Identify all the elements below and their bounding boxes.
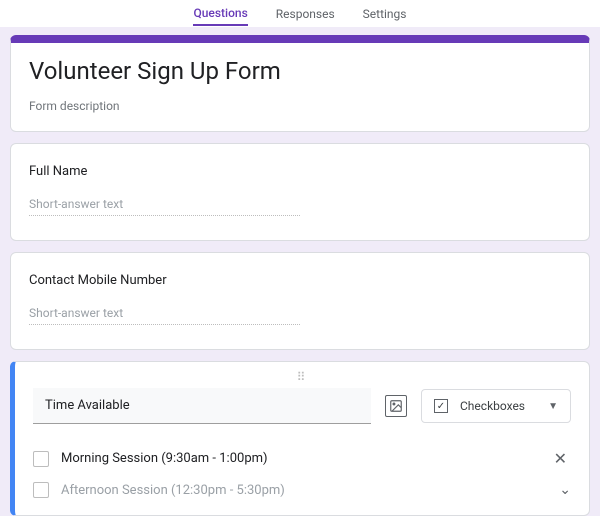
option-label[interactable]: Morning Session (9:30am - 1:00pm) xyxy=(61,451,538,466)
question-card-time-available[interactable]: ⠿ ✓ Checkboxes ▼ Morning Session (9:30am… xyxy=(10,361,590,516)
question-type-label: Checkboxes xyxy=(460,399,525,413)
options-list: Morning Session (9:30am - 1:00pm) ✕ Afte… xyxy=(33,442,571,505)
question-label: Contact Mobile Number xyxy=(29,273,571,288)
top-tabbar: Questions Responses Settings xyxy=(0,0,600,27)
drag-handle-icon[interactable]: ⠿ xyxy=(33,370,571,384)
tab-settings[interactable]: Settings xyxy=(363,3,407,25)
image-icon xyxy=(389,399,403,413)
checkbox-icon xyxy=(33,451,49,467)
chevron-down-icon: ▼ xyxy=(548,401,558,412)
remove-option-button[interactable]: ✕ xyxy=(550,449,571,468)
form-canvas: Volunteer Sign Up Form Form description … xyxy=(0,27,600,516)
chevron-down-icon[interactable]: ⌄ xyxy=(559,482,571,498)
tab-responses[interactable]: Responses xyxy=(276,3,335,25)
add-image-button[interactable] xyxy=(385,395,407,417)
question-title-input[interactable] xyxy=(33,388,371,424)
title-card[interactable]: Volunteer Sign Up Form Form description xyxy=(10,35,590,132)
question-card-contact[interactable]: Contact Mobile Number Short-answer text xyxy=(10,252,590,350)
checkbox-icon: ✓ xyxy=(434,399,448,413)
question-card-full-name[interactable]: Full Name Short-answer text xyxy=(10,143,590,241)
tab-questions[interactable]: Questions xyxy=(193,2,247,26)
form-title[interactable]: Volunteer Sign Up Form xyxy=(29,57,571,85)
short-answer-placeholder: Short-answer text xyxy=(29,197,300,216)
checkbox-icon xyxy=(33,482,49,498)
option-row[interactable]: Afternoon Session (12:30pm - 5:30pm) ⌄ xyxy=(33,475,571,505)
option-label[interactable]: Afternoon Session (12:30pm - 5:30pm) xyxy=(61,483,547,498)
form-description[interactable]: Form description xyxy=(29,99,571,113)
short-answer-placeholder: Short-answer text xyxy=(29,306,300,325)
question-label: Full Name xyxy=(29,164,571,179)
question-type-select[interactable]: ✓ Checkboxes ▼ xyxy=(421,389,571,423)
option-row[interactable]: Morning Session (9:30am - 1:00pm) ✕ xyxy=(33,442,571,475)
